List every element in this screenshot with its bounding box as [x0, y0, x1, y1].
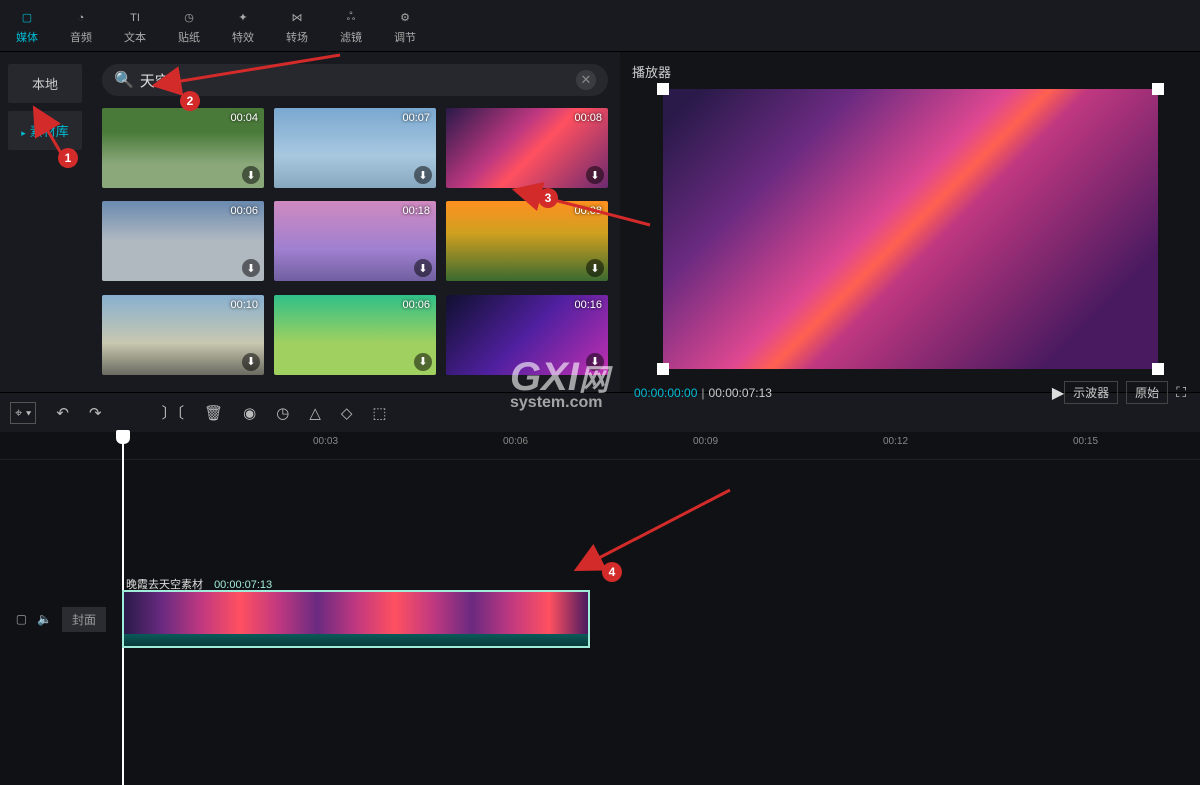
timeline[interactable]: 00:03 00:06 00:09 00:12 00:15 ▢ 🔈 封面 晚霞去…	[0, 432, 1200, 785]
clip-duration: 00:00:07:13	[214, 579, 272, 591]
record-tool[interactable]: ◉	[243, 404, 256, 422]
tab-sticker[interactable]: ◷ 贴纸	[162, 0, 216, 51]
chevron-right-icon: ▸	[21, 128, 26, 138]
timecode-current: 00:00:00:00	[634, 386, 697, 400]
speed-tool[interactable]: ◷	[276, 404, 289, 422]
resize-handle[interactable]	[1152, 83, 1164, 95]
media-thumb[interactable]: 00:04⬇	[102, 108, 264, 188]
download-icon[interactable]: ⬇	[242, 353, 260, 371]
tab-filter[interactable]: ஃ 滤镜	[324, 0, 378, 51]
text-icon: TI	[130, 7, 140, 29]
delete-tool[interactable]: 🗑	[204, 404, 223, 422]
tab-adjust[interactable]: ⚙ 调节	[378, 0, 432, 51]
search-input[interactable]	[140, 72, 576, 89]
media-thumb[interactable]: 00:06⬇	[274, 295, 436, 375]
clear-icon[interactable]: ✕	[576, 70, 596, 90]
crop-tool[interactable]: ⬚	[372, 404, 386, 422]
media-thumb[interactable]: 00:08⬇	[446, 201, 608, 281]
timeline-clip[interactable]: 晚霞去天空素材 00:00:07:13	[122, 590, 590, 648]
watermark: GXI网 system.com	[510, 355, 609, 412]
tab-media[interactable]: ▢ 媒体	[0, 0, 54, 51]
search-bar: 🔍 ✕	[102, 64, 608, 96]
tab-label: 文本	[124, 29, 146, 45]
tab-text[interactable]: TI 文本	[108, 0, 162, 51]
tab-transition[interactable]: ⋈ 转场	[270, 0, 324, 51]
download-icon[interactable]: ⬇	[414, 353, 432, 371]
player-panel: 播放器 00:00:00:00 | 00:00:07:13 ▶ 示波器 原始 ⛶	[620, 52, 1200, 392]
tab-label: 音频	[70, 29, 92, 45]
download-icon[interactable]: ⬇	[586, 166, 604, 184]
split-tool[interactable]: 〕〔	[162, 402, 185, 423]
timecode-total: 00:00:07:13	[709, 386, 1052, 400]
tab-effects[interactable]: ✦ 特效	[216, 0, 270, 51]
download-icon[interactable]: ⬇	[414, 166, 432, 184]
sidebar-item-label: 素材库	[30, 124, 69, 139]
adjust-icon: ⚙	[400, 7, 410, 29]
fullscreen-icon[interactable]: ⛶	[1176, 384, 1186, 401]
media-thumb[interactable]: 00:18⬇	[274, 201, 436, 281]
clip-name: 晚霞去天空素材	[126, 579, 203, 591]
player-title: 播放器	[630, 58, 1190, 85]
effects-icon: ✦	[238, 7, 247, 29]
tab-label: 贴纸	[178, 29, 200, 45]
original-button[interactable]: 原始	[1126, 381, 1168, 404]
tab-label: 转场	[286, 29, 308, 45]
tab-label: 滤镜	[340, 29, 362, 45]
resize-handle[interactable]	[657, 363, 669, 375]
tab-label: 媒体	[16, 29, 38, 45]
media-thumb[interactable]: 00:10⬇	[102, 295, 264, 375]
rotate-tool[interactable]: ◇	[341, 404, 353, 422]
preview-canvas[interactable]	[663, 89, 1158, 369]
search-icon: 🔍	[114, 70, 134, 90]
sidebar-item-library[interactable]: ▸ 素材库	[8, 111, 82, 150]
media-thumb[interactable]: 00:08⬇	[446, 108, 608, 188]
play-button[interactable]: ▶	[1052, 383, 1064, 403]
download-icon[interactable]: ⬇	[242, 166, 260, 184]
media-icon: ▢	[22, 7, 32, 29]
redo-button[interactable]: ↷	[89, 404, 102, 422]
scope-button[interactable]: 示波器	[1064, 381, 1118, 404]
media-thumb[interactable]: 00:07⬇	[274, 108, 436, 188]
media-grid: 00:04⬇ 00:07⬇ 00:08⬇ 00:06⬇ 00:18⬇ 00:08…	[102, 108, 608, 378]
mute-track-icon[interactable]: 🔈	[37, 612, 52, 626]
undo-button[interactable]: ↶	[56, 404, 69, 422]
tab-label: 调节	[394, 29, 416, 45]
sidebar-item-label: 本地	[32, 77, 58, 92]
pointer-tool[interactable]: ⌖ ▾	[10, 402, 36, 424]
filter-icon: ஃ	[347, 7, 356, 29]
tab-audio[interactable]: ◔ 音频	[54, 0, 108, 51]
tab-label: 特效	[232, 29, 254, 45]
media-panel: 本地 ▸ 素材库 🔍 ✕ 00:04⬇ 00:07⬇ 00:08⬇ 00:06⬇ …	[0, 52, 620, 392]
time-ruler[interactable]: 00:03 00:06 00:09 00:12 00:15	[0, 432, 1200, 460]
audio-icon: ◔	[78, 7, 85, 29]
media-thumb[interactable]: 00:06⬇	[102, 201, 264, 281]
track-header: ▢ 🔈 封面	[0, 607, 122, 632]
cover-button[interactable]: 封面	[62, 607, 106, 632]
transition-icon: ⋈	[292, 7, 303, 29]
mirror-tool[interactable]: △	[309, 404, 321, 422]
video-track-icon[interactable]: ▢	[16, 612, 27, 626]
top-tab-bar: ▢ 媒体 ◔ 音频 TI 文本 ◷ 贴纸 ✦ 特效 ⋈ 转场 ஃ 滤镜 ⚙ 调节	[0, 0, 1200, 52]
sticker-icon: ◷	[184, 7, 194, 29]
sidebar-item-local[interactable]: 本地	[8, 64, 82, 103]
